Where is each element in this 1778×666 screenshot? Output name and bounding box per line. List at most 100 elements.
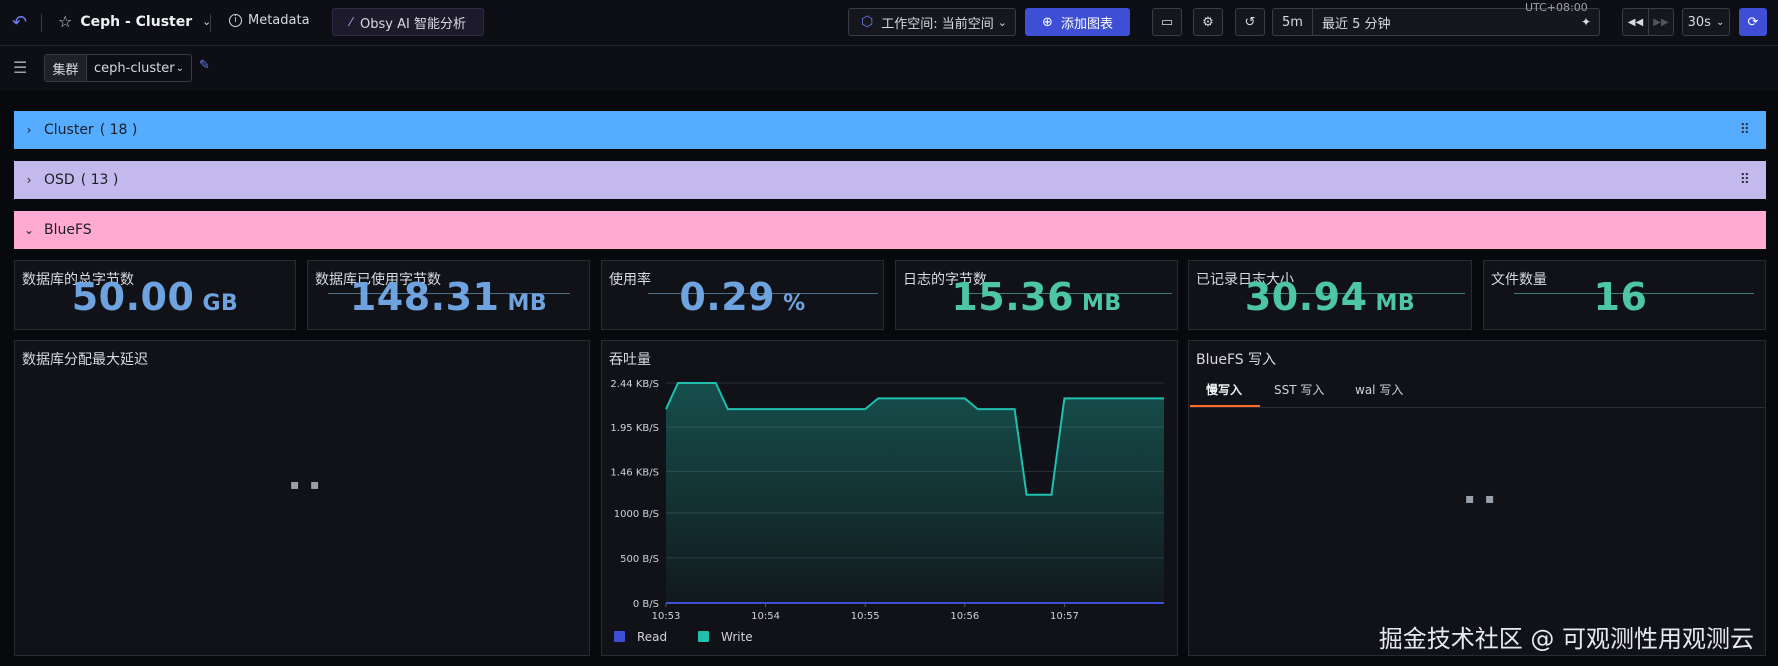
sparkle-icon: ⁄	[350, 15, 353, 29]
row-name: OSD	[44, 172, 75, 188]
row-cluster[interactable]: › Cluster ( 18 ) ⠿	[14, 111, 1766, 149]
x-tick-label: 10:56	[950, 611, 979, 622]
metadata-button[interactable]: i Metadata	[229, 13, 310, 28]
chevron-down-icon: ⌄	[23, 223, 35, 237]
drag-handle-icon[interactable]: ⠿	[1740, 172, 1750, 188]
stat-number: 15.36	[951, 275, 1075, 319]
workspace-label: 工作空间: 当前空间	[881, 16, 994, 32]
chevron-right-icon: ›	[26, 173, 32, 187]
display-mode-button[interactable]: ▭	[1152, 8, 1182, 36]
stat-panel[interactable]: 数据库的总字节数 50.00 GB	[14, 260, 296, 330]
y-tick-label: 1.95 KB/S	[610, 423, 659, 434]
filter-icon[interactable]: ☰	[13, 58, 27, 77]
y-tick-label: 0 B/S	[633, 599, 659, 610]
dashboard-content: › Cluster ( 18 ) ⠿ › OSD ( 13 ) ⠿ ⌄ Blue…	[0, 90, 1778, 666]
dashboard-title-dropdown[interactable]: ☆ Ceph - Cluster ⌄	[58, 12, 211, 31]
x-tick-label: 10:55	[851, 611, 880, 622]
y-tick-label: 1000 B/S	[614, 509, 659, 520]
row-bluefs[interactable]: ⌄ BlueFS	[14, 211, 1766, 249]
row-name: Cluster	[44, 122, 94, 138]
loading-indicator: ▪ ▪	[290, 477, 323, 493]
add-chart-button[interactable]: ⊕ 添加图表	[1025, 8, 1130, 36]
time-back-button[interactable]: ◀◀	[1622, 8, 1648, 36]
stat-panel[interactable]: 日志的字节数 15.36 MB	[895, 260, 1178, 330]
row-count: ( 13 )	[80, 172, 119, 188]
cluster-filter[interactable]: 集群 ceph-cluster ⌄	[44, 54, 192, 82]
x-tick-label: 10:57	[1050, 611, 1079, 622]
back-icon[interactable]: ↶	[12, 12, 27, 33]
y-tick-label: 500 B/S	[620, 554, 659, 565]
stat-number: 16	[1593, 275, 1648, 319]
stat-number: 30.94	[1244, 275, 1368, 319]
top-toolbar: ↶ ☆ Ceph - Cluster ⌄ i Metadata ⁄ Obsy A…	[0, 0, 1778, 46]
stat-value: 148.31 MB	[308, 275, 589, 319]
obsy-ai-button[interactable]: ⁄ Obsy AI 智能分析	[332, 8, 484, 36]
info-icon: i	[229, 14, 242, 27]
y-tick-label: 2.44 KB/S	[610, 379, 659, 390]
rewind-icon: ◀◀	[1627, 16, 1644, 28]
refresh-interval: 30s	[1687, 14, 1711, 30]
legend-label: Write	[721, 630, 753, 644]
refresh-interval-select[interactable]: 30s ⌄	[1682, 8, 1730, 36]
stat-unit: MB	[1082, 291, 1122, 316]
gear-icon: ⚙	[1202, 14, 1214, 30]
x-tick-label: 10:54	[751, 611, 780, 622]
stat-panel[interactable]: 文件数量 16	[1483, 260, 1766, 330]
legend-swatch	[698, 631, 709, 642]
y-tick-label: 1.46 KB/S	[610, 467, 659, 478]
divider	[210, 14, 211, 32]
chevron-right-icon: ›	[26, 123, 32, 137]
metadata-label: Metadata	[248, 13, 310, 28]
stat-number: 148.31	[349, 275, 500, 319]
x-tick-label: 10:53	[652, 611, 681, 622]
stat-value: 16	[1484, 275, 1765, 319]
monitor-icon: ▭	[1160, 14, 1174, 30]
stat-panel[interactable]: 已记录日志大小 30.94 MB	[1188, 260, 1472, 330]
stat-unit: MB	[1375, 291, 1416, 316]
divider	[41, 14, 42, 32]
stat-value: 0.29%	[602, 275, 883, 319]
drag-handle-icon[interactable]: ⠿	[1740, 122, 1750, 138]
stat-panel[interactable]: 数据库已使用字节数 148.31 MB	[307, 260, 590, 330]
row-osd[interactable]: › OSD ( 13 ) ⠿	[14, 161, 1766, 199]
settings-button[interactable]: ⚙	[1193, 8, 1223, 36]
throughput-chart: 0 B/S 500 B/S 1000 B/S 1.46 KB/S 1.95 KB/S 2.…	[610, 379, 1164, 644]
pin-icon[interactable]: ✦	[1581, 15, 1591, 29]
refresh-button[interactable]: ⟳	[1739, 8, 1767, 36]
panel-title: BlueFS 写入	[1196, 352, 1277, 368]
tab-slow-write[interactable]: 慢写入	[1206, 381, 1242, 398]
cluster-filter-label: 集群	[45, 55, 87, 81]
tab-divider	[1190, 407, 1765, 408]
stat-unit: %	[783, 291, 806, 316]
time-forward-button[interactable]: ▶▶	[1648, 8, 1674, 36]
tab-wal-write[interactable]: wal 写入	[1355, 381, 1403, 398]
panel-title: 数据库分配最大延迟	[22, 352, 148, 368]
row-count: ( 18 )	[99, 122, 138, 138]
legend-swatch	[614, 631, 625, 642]
series-area-write	[666, 383, 1164, 603]
time-short-button[interactable]: 5m	[1272, 8, 1312, 36]
throughput-panel[interactable]: 吞吐量 0 B/S 500 B/S 1000 B/S 1.46 KB/S 1.95 KB…	[601, 340, 1178, 656]
stat-number: 50.00	[71, 275, 195, 319]
row-name: BlueFS	[44, 222, 92, 238]
history-icon: ↺	[1244, 14, 1256, 30]
stat-number: 0.29	[679, 275, 776, 319]
stat-panel[interactable]: 使用率 0.29%	[601, 260, 884, 330]
star-icon[interactable]: ☆	[58, 12, 72, 31]
workspace-select[interactable]: ⬡ 工作空间: 当前空间 ⌄	[848, 8, 1016, 36]
edit-icon[interactable]: ✎	[199, 58, 210, 73]
cluster-filter-value-text: ceph-cluster	[94, 60, 175, 76]
bluefs-write-panel[interactable]: BlueFS 写入 慢写入 SST 写入 wal 写入 ▪ ▪	[1188, 340, 1766, 656]
timezone-label: UTC+08:00	[1525, 1, 1588, 14]
stat-unit: GB	[202, 291, 239, 316]
filter-bar: ☰ 集群 ceph-cluster ⌄ ✎	[0, 46, 1778, 90]
fast-forward-icon: ▶▶	[1653, 16, 1669, 28]
plus-circle-icon: ⊕	[1042, 14, 1053, 30]
history-button[interactable]: ↺	[1235, 8, 1265, 36]
cluster-filter-value[interactable]: ceph-cluster ⌄	[87, 55, 191, 81]
chevron-down-icon: ⌄	[1715, 16, 1725, 28]
watermark: 掘金技术社区 @ 可观测性用观测云	[1378, 625, 1754, 653]
latency-panel[interactable]: 数据库分配最大延迟 ▪ ▪	[14, 340, 590, 656]
tab-sst-write[interactable]: SST 写入	[1274, 381, 1324, 398]
ai-label: Obsy AI 智能分析	[360, 16, 466, 32]
